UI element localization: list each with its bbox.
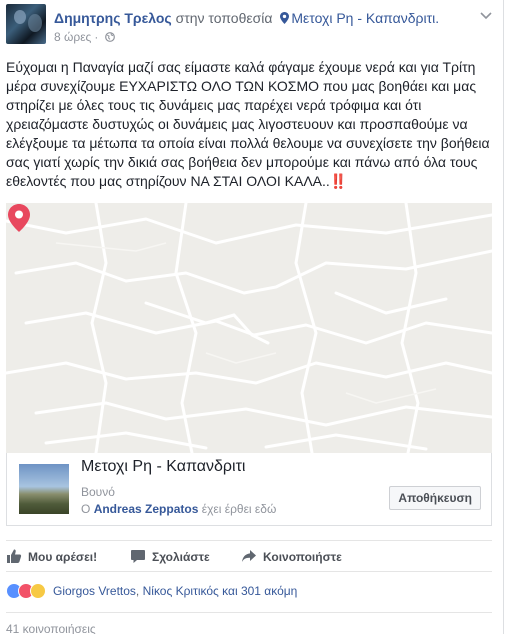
visitor-suffix: έχει έρθει εδώ — [201, 502, 277, 516]
share-button[interactable]: Κοινοποιήστε — [241, 548, 342, 564]
location-pin-icon — [280, 12, 290, 24]
place-name[interactable]: Μετοχι Ρη - Καπανδριτι — [81, 458, 245, 476]
place-visitor-line: O Andreas Zeppatos έχει έρθει εδώ — [81, 502, 276, 516]
share-label: Κοινοποιήστε — [263, 550, 342, 564]
share-count[interactable]: 41 κοινοποιήσεις — [6, 622, 96, 634]
avatar[interactable] — [6, 4, 46, 44]
like-button[interactable]: Μου αρέσει! — [6, 548, 97, 564]
reactors-text: Giorgos Vrettos, Νίκος Κριτικός και 301 … — [53, 584, 297, 598]
thumbs-up-icon — [7, 549, 22, 563]
audience-icon[interactable] — [104, 32, 115, 42]
reactor-name[interactable]: Νίκος Κριτικός — [143, 584, 219, 598]
meta-separator: · — [94, 30, 99, 44]
header-line: Δημητρης Τρελος στην τοποθεσία Μετοχι Ρη… — [54, 10, 439, 26]
place-category: Βουνό — [81, 485, 115, 499]
reactor-separator: , — [135, 584, 140, 598]
reactors-more[interactable]: και 301 ακόμη — [222, 584, 297, 598]
post-text: Εύχομαι η Παναγία μαζί σας είμαστε καλά … — [6, 59, 490, 189]
location-link[interactable]: Μετοχι Ρη - Καπανδριτι. — [291, 10, 439, 26]
share-arrow-icon — [242, 550, 256, 562]
comment-label: Σχολιάστε — [152, 550, 210, 564]
save-button[interactable]: Αποθήκευση — [389, 486, 481, 510]
map-roads — [6, 203, 492, 453]
timestamp[interactable]: 8 ώρες — [54, 30, 91, 44]
chevron-down-icon[interactable] — [480, 12, 492, 20]
reactions-summary[interactable]: Giorgos Vrettos, Νίκος Κριτικός και 301 … — [6, 583, 492, 603]
map[interactable] — [6, 203, 492, 453]
author-name[interactable]: Δημητρης Τρελος — [54, 10, 172, 26]
visitor-name[interactable]: Andreas Zeppatos — [94, 502, 199, 516]
comment-icon — [131, 550, 145, 563]
post-header: Δημητρης Τρελος στην τοποθεσία Μετοχι Ρη… — [6, 4, 496, 48]
sad-reaction-icon — [30, 583, 46, 599]
like-label: Μου αρέσει! — [28, 550, 98, 564]
divider — [6, 612, 492, 613]
place-card-content: Μετοχι Ρη - Καπανδριτι Βουνό O Andreas Z… — [19, 456, 481, 522]
action-bar: Μου αρέσει! Σχολιάστε Κοινοποιήστε — [6, 540, 492, 572]
reactor-name[interactable]: Giorgos Vrettos — [53, 584, 136, 598]
map-marker-icon — [8, 204, 30, 232]
visitor-prefix: O — [81, 502, 91, 516]
at-text: στην τοποθεσία — [175, 10, 273, 26]
place-card[interactable]: Μετοχι Ρη - Καπανδριτι Βουνό O Andreas Z… — [6, 453, 492, 526]
post-meta: 8 ώρες · — [54, 30, 115, 44]
comment-button[interactable]: Σχολιάστε — [130, 548, 210, 564]
post-card: Δημητρης Τρελος στην τοποθεσία Μετοχι Ρη… — [0, 0, 504, 634]
place-thumbnail[interactable] — [19, 464, 69, 514]
